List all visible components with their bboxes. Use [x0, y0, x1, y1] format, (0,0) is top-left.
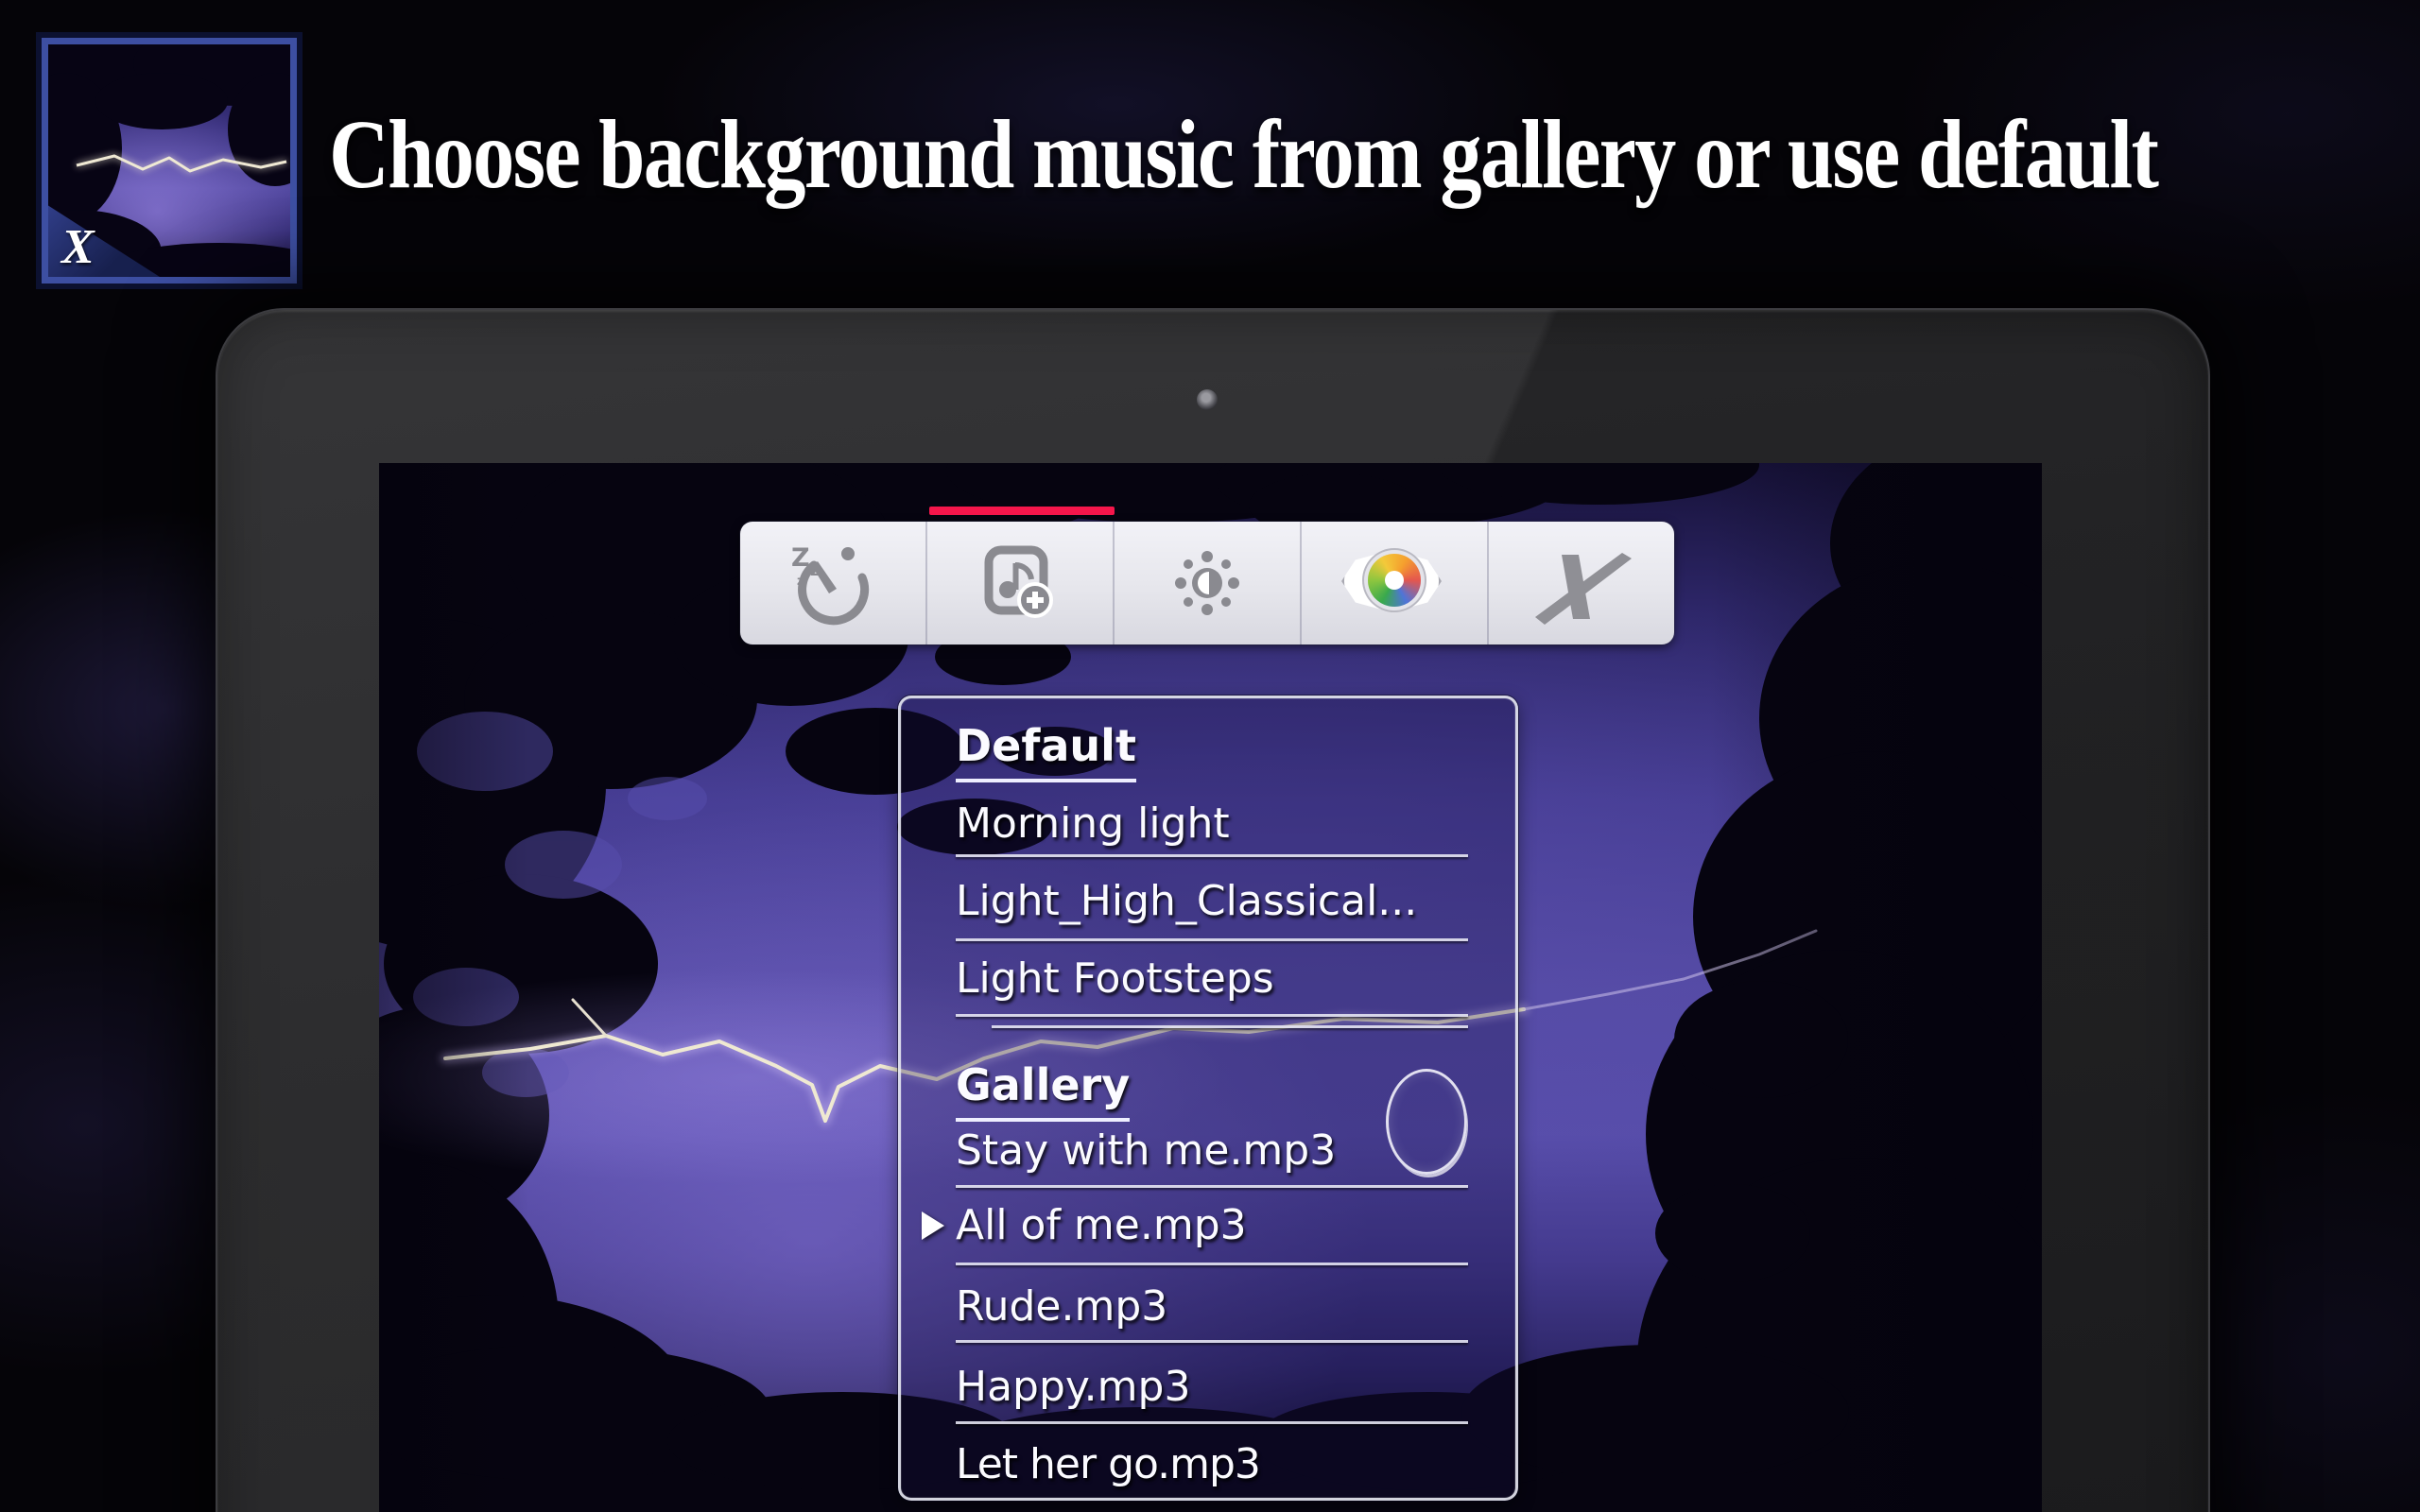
- app-icon-badge-x-letter: X: [61, 219, 95, 275]
- music-menu-panel: Default Morning light Light_High_Classic…: [898, 696, 1518, 1501]
- eye-icon: [1336, 546, 1453, 620]
- menu-header-gallery: Gallery: [956, 1060, 1130, 1122]
- menu-header-default: Default: [956, 721, 1136, 782]
- separator: [956, 1185, 1468, 1188]
- menu-item-rude[interactable]: Rude.mp3: [956, 1282, 1167, 1332]
- menu-item-all-of-me[interactable]: All of me.mp3: [956, 1201, 1247, 1250]
- eye-preview-button[interactable]: [1300, 522, 1487, 644]
- svg-text:Z: Z: [791, 543, 810, 573]
- sleep-timer-button[interactable]: Z z z: [740, 522, 925, 644]
- x-logo-icon: [1526, 538, 1637, 628]
- separator-double: [992, 1025, 1468, 1028]
- separator: [956, 1421, 1468, 1424]
- separator: [956, 1340, 1468, 1343]
- eye-pupil: [1385, 571, 1404, 590]
- separator: [956, 1263, 1468, 1265]
- menu-item-light-high-classical[interactable]: Light_High_Classical...: [956, 877, 1417, 926]
- menu-item-happy[interactable]: Happy.mp3: [956, 1363, 1190, 1412]
- separator: [956, 938, 1468, 941]
- moon-spinner-circle: [1386, 1069, 1467, 1175]
- menu-item-let-her-go[interactable]: Let her go.mp3: [956, 1440, 1260, 1489]
- sleep-timer-icon: Z z z: [786, 536, 880, 630]
- brightness-button[interactable]: [1113, 522, 1300, 644]
- menu-item-stay-with-me[interactable]: Stay with me.mp3: [956, 1126, 1336, 1176]
- app-icon-photo: X: [48, 44, 290, 277]
- separator: [956, 854, 1468, 857]
- svg-text:z: z: [810, 560, 820, 580]
- add-music-from-gallery-button[interactable]: [925, 522, 1113, 644]
- music-add-icon: [973, 536, 1067, 630]
- menu-item-morning-light[interactable]: Morning light: [956, 799, 1230, 849]
- exit-x-button[interactable]: [1487, 522, 1674, 644]
- menu-item-light-footsteps[interactable]: Light Footsteps: [956, 954, 1274, 1004]
- play-icon: [922, 1211, 944, 1240]
- front-camera-dot: [1197, 389, 1218, 410]
- svg-text:z: z: [797, 575, 804, 589]
- tablet-screen: Z z z: [379, 463, 2042, 1512]
- separator: [956, 1014, 1468, 1017]
- app-icon: X: [36, 32, 302, 289]
- brightness-icon: [1160, 536, 1254, 630]
- promo-screenshot: X Choose background music from gallery o…: [0, 0, 2420, 1512]
- banner-title: Choose background music from gallery or …: [329, 79, 2097, 231]
- active-tab-underline: [929, 507, 1115, 515]
- toolbar: Z z z: [740, 522, 1674, 644]
